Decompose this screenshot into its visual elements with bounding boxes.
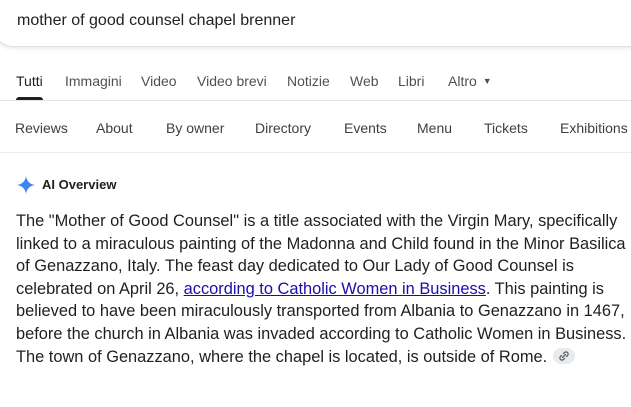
tab-altro-label: Altro xyxy=(448,73,477,89)
tab-altro[interactable]: Altro ▼ xyxy=(448,73,492,89)
tab-libri[interactable]: Libri xyxy=(398,73,424,89)
tab-notizie[interactable]: Notizie xyxy=(287,73,330,89)
chip-exhibitions[interactable]: Exhibitions xyxy=(560,120,628,136)
chip-menu[interactable]: Menu xyxy=(417,120,452,136)
source-link[interactable]: according to Catholic Women in Business xyxy=(184,280,486,298)
search-tabs: Tutti Immagini Video Video brevi Notizie… xyxy=(0,68,631,100)
search-results-page: mother of good counsel chapel brenner Tu… xyxy=(0,0,631,407)
search-box[interactable]: mother of good counsel chapel brenner xyxy=(0,0,631,47)
tab-video-brevi[interactable]: Video brevi xyxy=(197,73,267,89)
tabs-divider xyxy=(0,100,631,101)
chip-by-owner[interactable]: By owner xyxy=(166,120,224,136)
ai-overview-title: AI Overview xyxy=(42,177,117,192)
chip-events[interactable]: Events xyxy=(344,120,387,136)
ai-overview-text: The "Mother of Good Counsel" is a title … xyxy=(16,210,628,368)
chip-about[interactable]: About xyxy=(96,120,133,136)
tab-video[interactable]: Video xyxy=(141,73,177,89)
tab-web[interactable]: Web xyxy=(350,73,379,89)
link-icon[interactable] xyxy=(553,347,576,364)
chip-tickets[interactable]: Tickets xyxy=(484,120,528,136)
chip-reviews[interactable]: Reviews xyxy=(15,120,68,136)
search-input[interactable]: mother of good counsel chapel brenner xyxy=(17,12,295,30)
caret-down-icon: ▼ xyxy=(482,76,492,86)
tab-immagini[interactable]: Immagini xyxy=(65,73,122,89)
chip-directory[interactable]: Directory xyxy=(255,120,311,136)
chips-divider xyxy=(0,152,631,153)
tab-tutti[interactable]: Tutti xyxy=(16,73,43,89)
ai-sparkle-icon xyxy=(16,175,36,195)
filter-chips: Reviews About By owner Directory Events … xyxy=(0,112,631,144)
